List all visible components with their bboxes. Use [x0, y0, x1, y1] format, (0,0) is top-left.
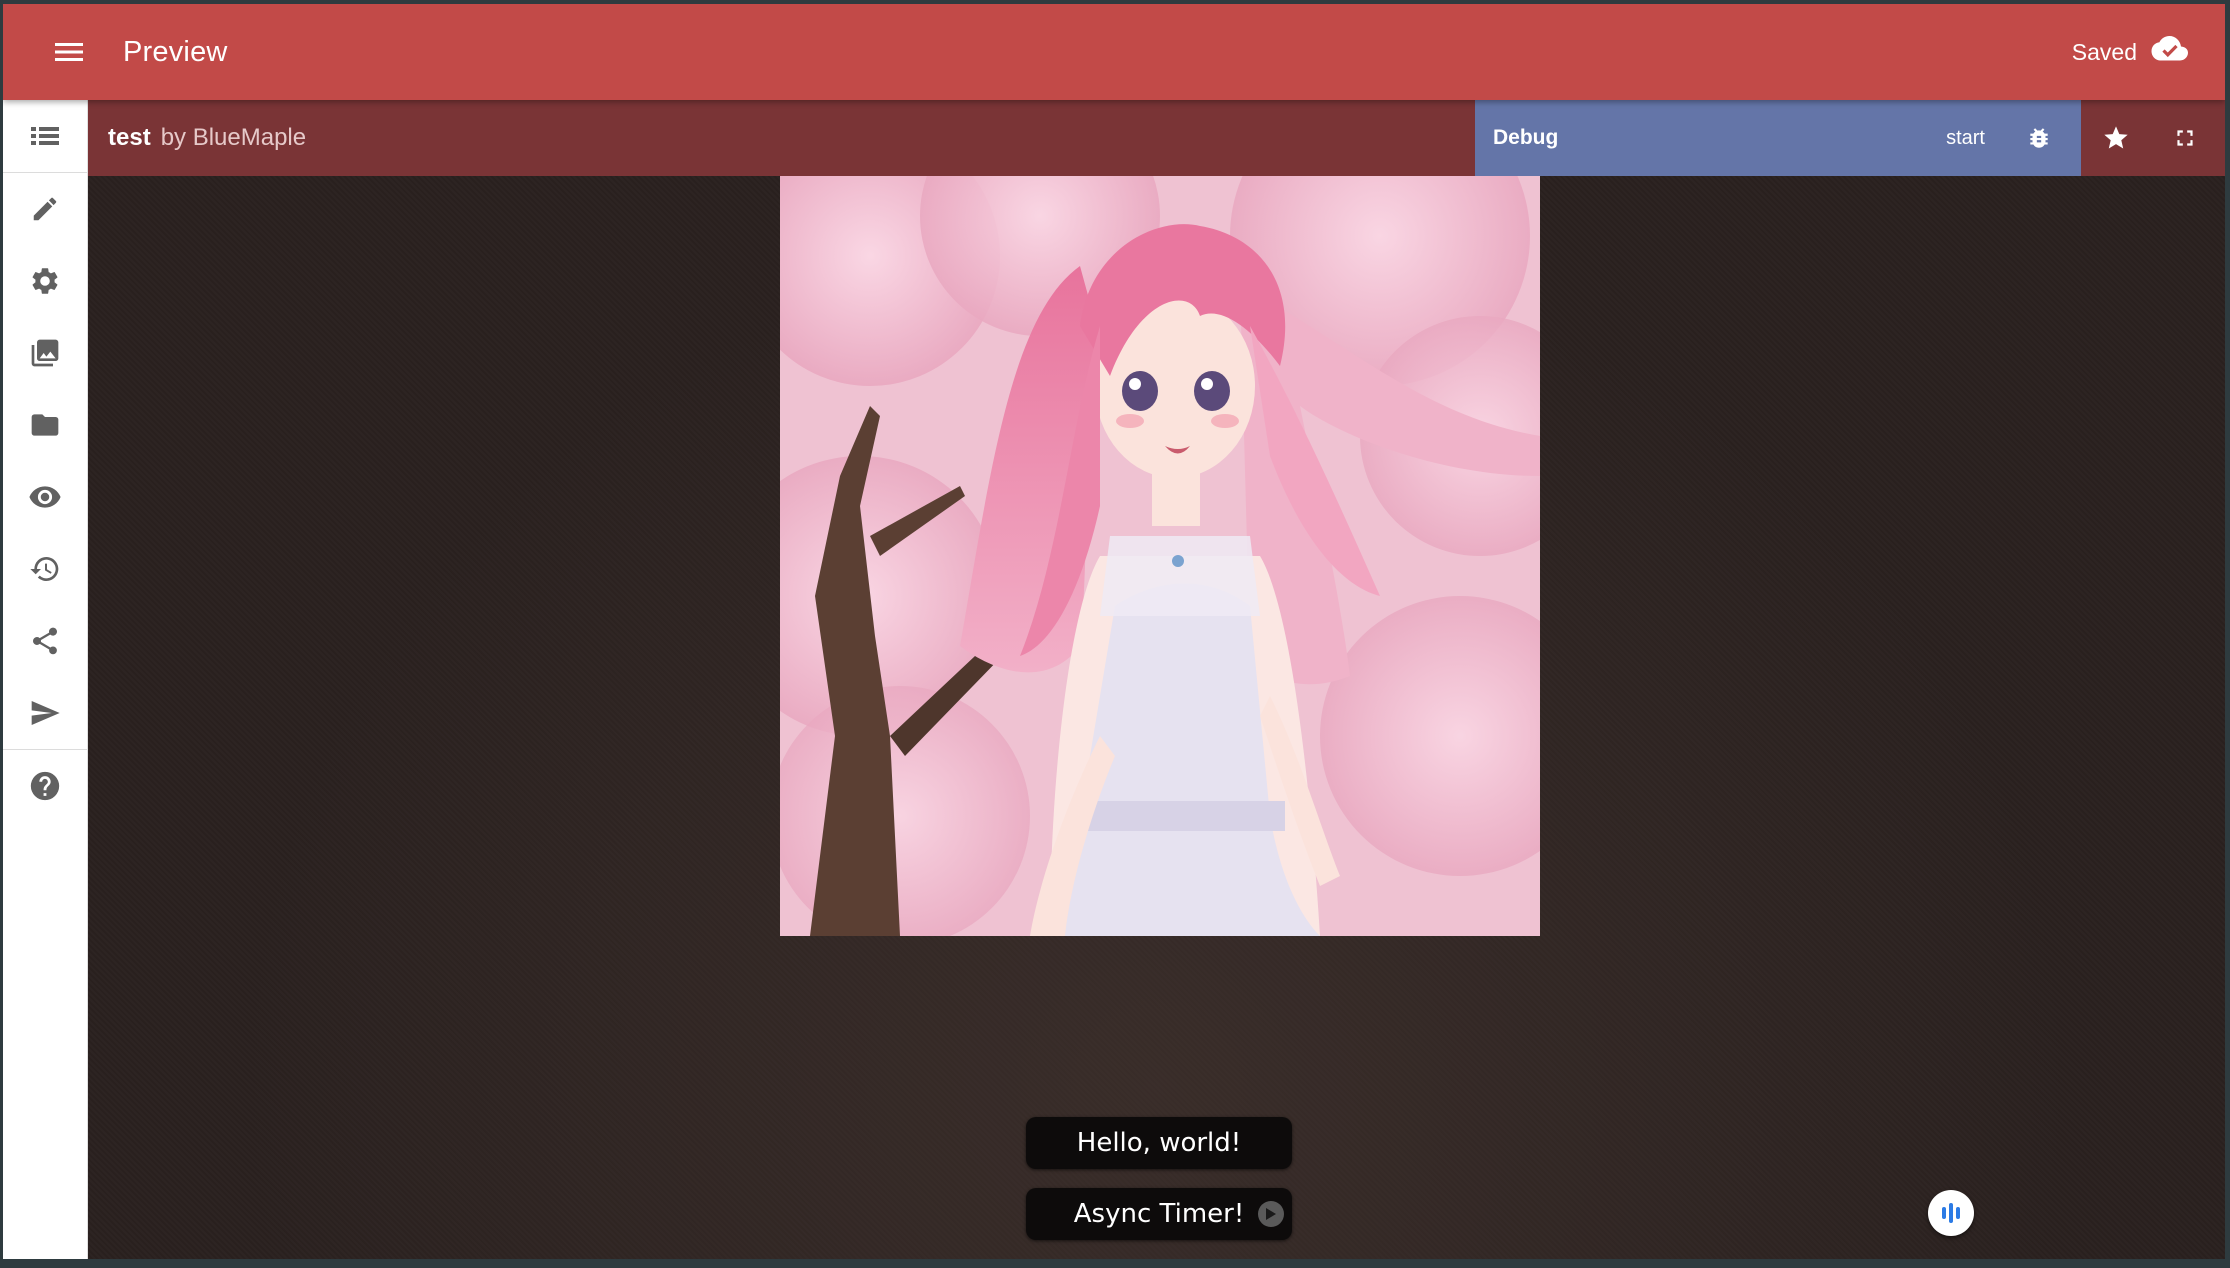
star-icon[interactable] [2096, 118, 2136, 158]
menu-icon[interactable] [47, 30, 91, 74]
save-status: Saved [2072, 35, 2189, 69]
pencil-icon [33, 197, 57, 221]
choice-label: Async Timer! [1073, 1199, 1245, 1229]
choice-button-async-timer[interactable]: Async Timer! [1026, 1188, 1292, 1240]
rail-edit[interactable] [3, 173, 87, 245]
save-status-label: Saved [2071, 38, 2137, 65]
image-library-icon [31, 339, 59, 367]
rail-share[interactable] [3, 605, 87, 677]
rail-list[interactable] [3, 100, 87, 172]
preview-area: test by BlueMaple Debug start Hello, wor… [88, 100, 2225, 1259]
cloud-done-icon [2151, 35, 2189, 69]
play-icon [1258, 1201, 1284, 1227]
app-window: Preview Saved test by BlueMaple Debug st… [3, 4, 2225, 1259]
story-author: by BlueMaple [160, 124, 307, 151]
debug-label: Debug [1493, 126, 1559, 149]
history-icon [30, 557, 59, 581]
audio-bars-icon [1942, 1203, 1960, 1223]
share-icon [32, 627, 57, 655]
list-icon [31, 127, 59, 145]
debug-panel: Debug start [1475, 100, 2081, 176]
story-name: test [108, 124, 151, 151]
rail-publish[interactable] [3, 677, 87, 749]
rail-settings[interactable] [3, 245, 87, 317]
gear-icon [32, 268, 58, 294]
audio-visualizer-button[interactable] [1928, 1190, 1974, 1236]
rail-images[interactable] [3, 317, 87, 389]
choice-label: Hello, world! [1076, 1128, 1242, 1158]
debug-start-button[interactable]: start [1946, 127, 1985, 150]
rail-help[interactable] [3, 750, 87, 822]
app-bar: Preview Saved [3, 4, 2225, 100]
fullscreen-icon[interactable] [2165, 118, 2205, 158]
folder-icon [31, 414, 59, 436]
side-rail [3, 100, 88, 1259]
eye-icon [29, 486, 61, 508]
rail-preview[interactable] [3, 461, 87, 533]
page-title: Preview [123, 35, 228, 68]
bug-icon[interactable] [2019, 118, 2059, 158]
help-icon [30, 771, 60, 801]
send-icon [31, 701, 60, 725]
rail-files[interactable] [3, 389, 87, 461]
rail-history[interactable] [3, 533, 87, 605]
choice-button-hello[interactable]: Hello, world! [1026, 1117, 1292, 1169]
story-title-bar: test by BlueMaple Debug start [88, 100, 2225, 176]
story-image [780, 176, 1540, 936]
